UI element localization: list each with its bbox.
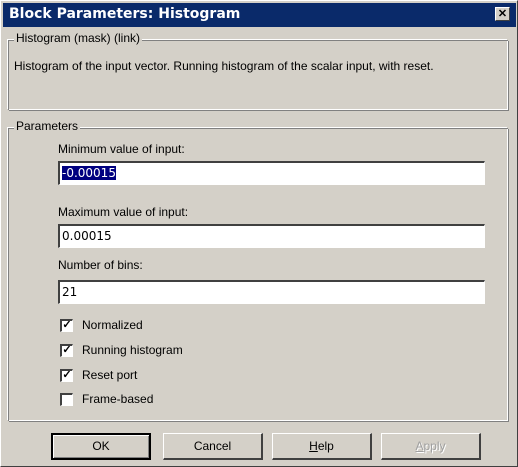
max-value-label: Maximum value of input: xyxy=(58,205,189,219)
bins-text: 21 xyxy=(62,285,78,299)
bins-input[interactable]: 21 xyxy=(58,280,485,304)
mask-group-legend: Histogram (mask) (link) xyxy=(14,31,143,45)
apply-button[interactable]: Apply xyxy=(381,433,481,460)
mask-description-group: Histogram (mask) (link) Histogram of the… xyxy=(8,31,508,110)
max-value-text: 0.00015 xyxy=(62,229,112,243)
reset-port-label: Reset port xyxy=(82,368,138,382)
parameters-group: Parameters Minimum value of input: -0.00… xyxy=(8,119,508,421)
min-value-input[interactable]: -0.00015 xyxy=(58,161,485,185)
reset-port-checkbox[interactable]: ✓ xyxy=(60,369,73,382)
mask-description-text: Histogram of the input vector. Running h… xyxy=(14,59,434,73)
block-parameters-dialog: Block Parameters: Histogram ✕ Histogram … xyxy=(0,0,518,467)
cancel-button[interactable]: Cancel xyxy=(163,433,263,460)
window-title: Block Parameters: Histogram xyxy=(9,6,241,22)
min-value-label: Minimum value of input: xyxy=(58,142,185,156)
help-button[interactable]: Help xyxy=(272,433,372,460)
bins-label: Number of bins: xyxy=(58,258,143,272)
title-bar[interactable]: Block Parameters: Histogram ✕ xyxy=(3,3,516,27)
running-histogram-checkbox[interactable]: ✓ xyxy=(60,344,73,357)
min-value-text: -0.00015 xyxy=(62,166,116,180)
running-histogram-label: Running histogram xyxy=(82,343,183,357)
frame-based-label: Frame-based xyxy=(82,392,154,406)
close-icon[interactable]: ✕ xyxy=(495,7,510,21)
ok-button[interactable]: OK xyxy=(51,433,151,460)
frame-based-checkbox[interactable] xyxy=(60,393,73,406)
parameters-legend: Parameters xyxy=(14,119,81,133)
normalized-checkbox[interactable]: ✓ xyxy=(60,319,73,332)
max-value-input[interactable]: 0.00015 xyxy=(58,224,485,248)
normalized-label: Normalized xyxy=(82,318,143,332)
